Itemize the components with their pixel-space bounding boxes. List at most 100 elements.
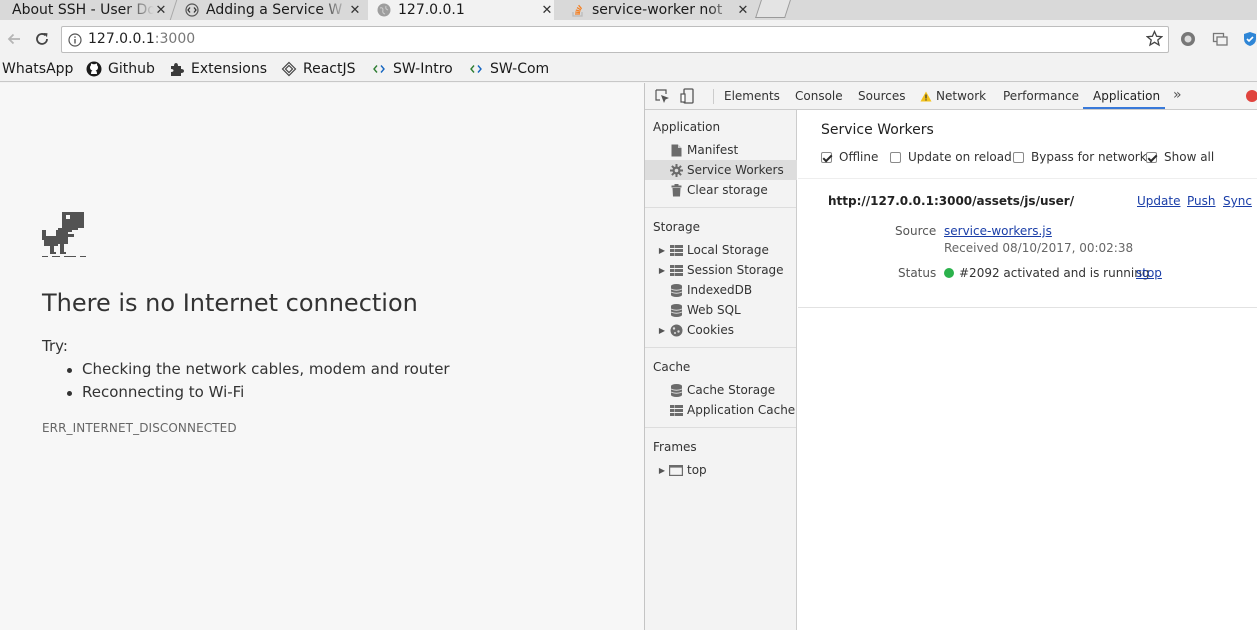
sidebar-item-cookies[interactable]: ▶ Cookies [645, 320, 797, 340]
tab-service-worker-not[interactable]: service-worker not ✕ [566, 0, 750, 20]
bookmark-sw-intro[interactable]: SW-Intro [371, 59, 453, 79]
tab-performance[interactable]: Performance [1003, 83, 1079, 109]
sidebar-item-top-frame[interactable]: ▶ top [645, 460, 797, 480]
document-icon [669, 143, 683, 157]
sidebar-section-cache: Cache [653, 360, 691, 374]
update-link[interactable]: Update [1137, 194, 1180, 208]
checkbox-box[interactable] [821, 151, 832, 163]
tab-elements[interactable]: Elements [724, 83, 780, 109]
tab-adding-service-worker[interactable]: Adding a Service W ✕ [180, 0, 362, 20]
sync-link[interactable]: Sync [1223, 194, 1252, 208]
grid-icon [669, 403, 683, 417]
sidebar-label: Service Workers [687, 163, 784, 177]
status-row: #2092 activated and is running [944, 266, 1149, 280]
bookmark-star-icon[interactable] [1145, 29, 1164, 51]
sidebar-item-local-storage[interactable]: ▶ Local Storage [645, 240, 797, 260]
code-icon [468, 61, 484, 77]
worker-scope-url: http://127.0.0.1:3000/assets/js/user/ [828, 194, 1075, 208]
bookmark-github[interactable]: Github [86, 59, 155, 79]
url-host: 127.0.0.1 [88, 31, 155, 47]
expand-arrow-icon[interactable]: ▶ [657, 326, 667, 335]
bookmark-label: SW-Com [490, 61, 550, 77]
reload-icon[interactable] [32, 29, 52, 49]
sidebar-label: top [687, 463, 707, 477]
error-code: ERR_INTERNET_DISCONNECTED [42, 421, 237, 435]
sidebar-item-clear-storage[interactable]: Clear storage [645, 180, 797, 200]
bookmark-label: SW-Intro [393, 61, 453, 77]
tab-close-icon[interactable]: ✕ [736, 3, 750, 18]
bookmark-extensions[interactable]: Extensions [169, 59, 267, 79]
inspect-element-icon[interactable] [654, 88, 670, 104]
try-label: Try: [42, 337, 68, 355]
sidebar-item-session-storage[interactable]: ▶ Session Storage [645, 260, 797, 280]
sidebar-item-application-cache[interactable]: Application Cache [645, 400, 797, 420]
tab-close-icon[interactable]: ✕ [154, 3, 168, 18]
sidebar-label: Application Cache [687, 403, 796, 417]
sidebar-item-web-sql[interactable]: Web SQL [645, 300, 797, 320]
suggestion-item: Reconnecting to Wi-Fi [66, 383, 245, 401]
new-tab-button[interactable] [755, 0, 791, 18]
grid-icon [669, 263, 683, 277]
tab-title: 127.0.0.1 [398, 2, 465, 18]
dinosaur-icon[interactable] [42, 212, 86, 262]
puzzle-icon [169, 61, 185, 77]
bookmark-sw-com[interactable]: SW-Com [468, 59, 549, 79]
source-file-link[interactable]: service-workers.js [944, 224, 1052, 238]
sidebar-label: Web SQL [687, 303, 741, 317]
tab-console[interactable]: Console [795, 83, 843, 109]
checkbox-box[interactable] [890, 151, 901, 163]
expand-arrow-icon[interactable]: ▶ [657, 466, 667, 475]
tab-about-ssh[interactable]: About SSH - User Do ✕ [0, 0, 168, 20]
tab-close-icon[interactable]: ✕ [540, 3, 554, 18]
shield-icon[interactable] [1240, 29, 1257, 49]
tab-sources[interactable]: Sources [858, 83, 905, 109]
tab-localhost[interactable]: 127.0.0.1 ✕ [368, 0, 554, 20]
info-icon[interactable] [68, 32, 82, 51]
extension-circle-icon[interactable] [1178, 29, 1198, 49]
back-arrow-icon[interactable] [4, 29, 24, 49]
browser-window: About SSH - User Do ✕ Adding a Service W… [0, 0, 1257, 630]
sidebar-label: Session Storage [687, 263, 784, 277]
devtools-tab-bar: Elements Console Sources Network Perform… [645, 83, 1257, 110]
tab-close-icon[interactable]: ✕ [348, 3, 362, 18]
stackoverflow-icon [570, 2, 586, 18]
tab-title: Adding a Service W [206, 2, 343, 18]
code-icon [184, 2, 200, 18]
bookmark-whatsapp[interactable]: WhatsApp [2, 59, 73, 79]
database-icon [669, 283, 683, 297]
checkbox-box[interactable] [1013, 151, 1024, 163]
section-divider [798, 307, 1257, 308]
push-link[interactable]: Push [1187, 194, 1216, 208]
github-icon [86, 61, 102, 77]
cast-icon[interactable] [1210, 29, 1230, 49]
application-sidebar: Application Manifest Service Workers Cle… [645, 110, 797, 630]
tab-network[interactable]: Network [920, 83, 986, 109]
sidebar-label: Manifest [687, 143, 739, 157]
show-all-checkbox[interactable]: Show all [1146, 150, 1214, 164]
expand-arrow-icon[interactable]: ▶ [657, 246, 667, 255]
bookmark-reactjs[interactable]: ReactJS [281, 59, 356, 79]
sidebar-divider [645, 427, 796, 428]
more-tabs-icon[interactable]: » [1173, 87, 1182, 103]
error-indicator-icon[interactable] [1246, 90, 1257, 102]
tab-separator [169, 0, 178, 20]
tab-application[interactable]: Application [1093, 83, 1160, 109]
devtools-panel: Elements Console Sources Network Perform… [644, 83, 1257, 630]
sidebar-item-cache-storage[interactable]: Cache Storage [645, 380, 797, 400]
checkbox-label: Update on reload [908, 150, 1012, 164]
address-bar[interactable]: 127.0.0.1:3000 [61, 26, 1169, 53]
expand-arrow-icon[interactable]: ▶ [657, 266, 667, 275]
offline-checkbox[interactable]: Offline [821, 150, 878, 164]
bookmark-label: WhatsApp [2, 61, 74, 77]
react-icon [281, 61, 297, 77]
sidebar-item-indexeddb[interactable]: IndexedDB [645, 280, 797, 300]
checkbox-label: Bypass for network [1031, 150, 1147, 164]
update-on-reload-checkbox[interactable]: Update on reload [890, 150, 1012, 164]
page-title: There is no Internet connection [42, 289, 418, 317]
bypass-for-network-checkbox[interactable]: Bypass for network [1013, 150, 1147, 164]
device-toolbar-icon[interactable] [680, 88, 696, 104]
checkbox-box[interactable] [1146, 151, 1157, 163]
sidebar-item-manifest[interactable]: Manifest [645, 140, 797, 160]
sidebar-item-service-workers[interactable]: Service Workers [645, 160, 797, 180]
stop-link[interactable]: stop [1136, 266, 1162, 280]
